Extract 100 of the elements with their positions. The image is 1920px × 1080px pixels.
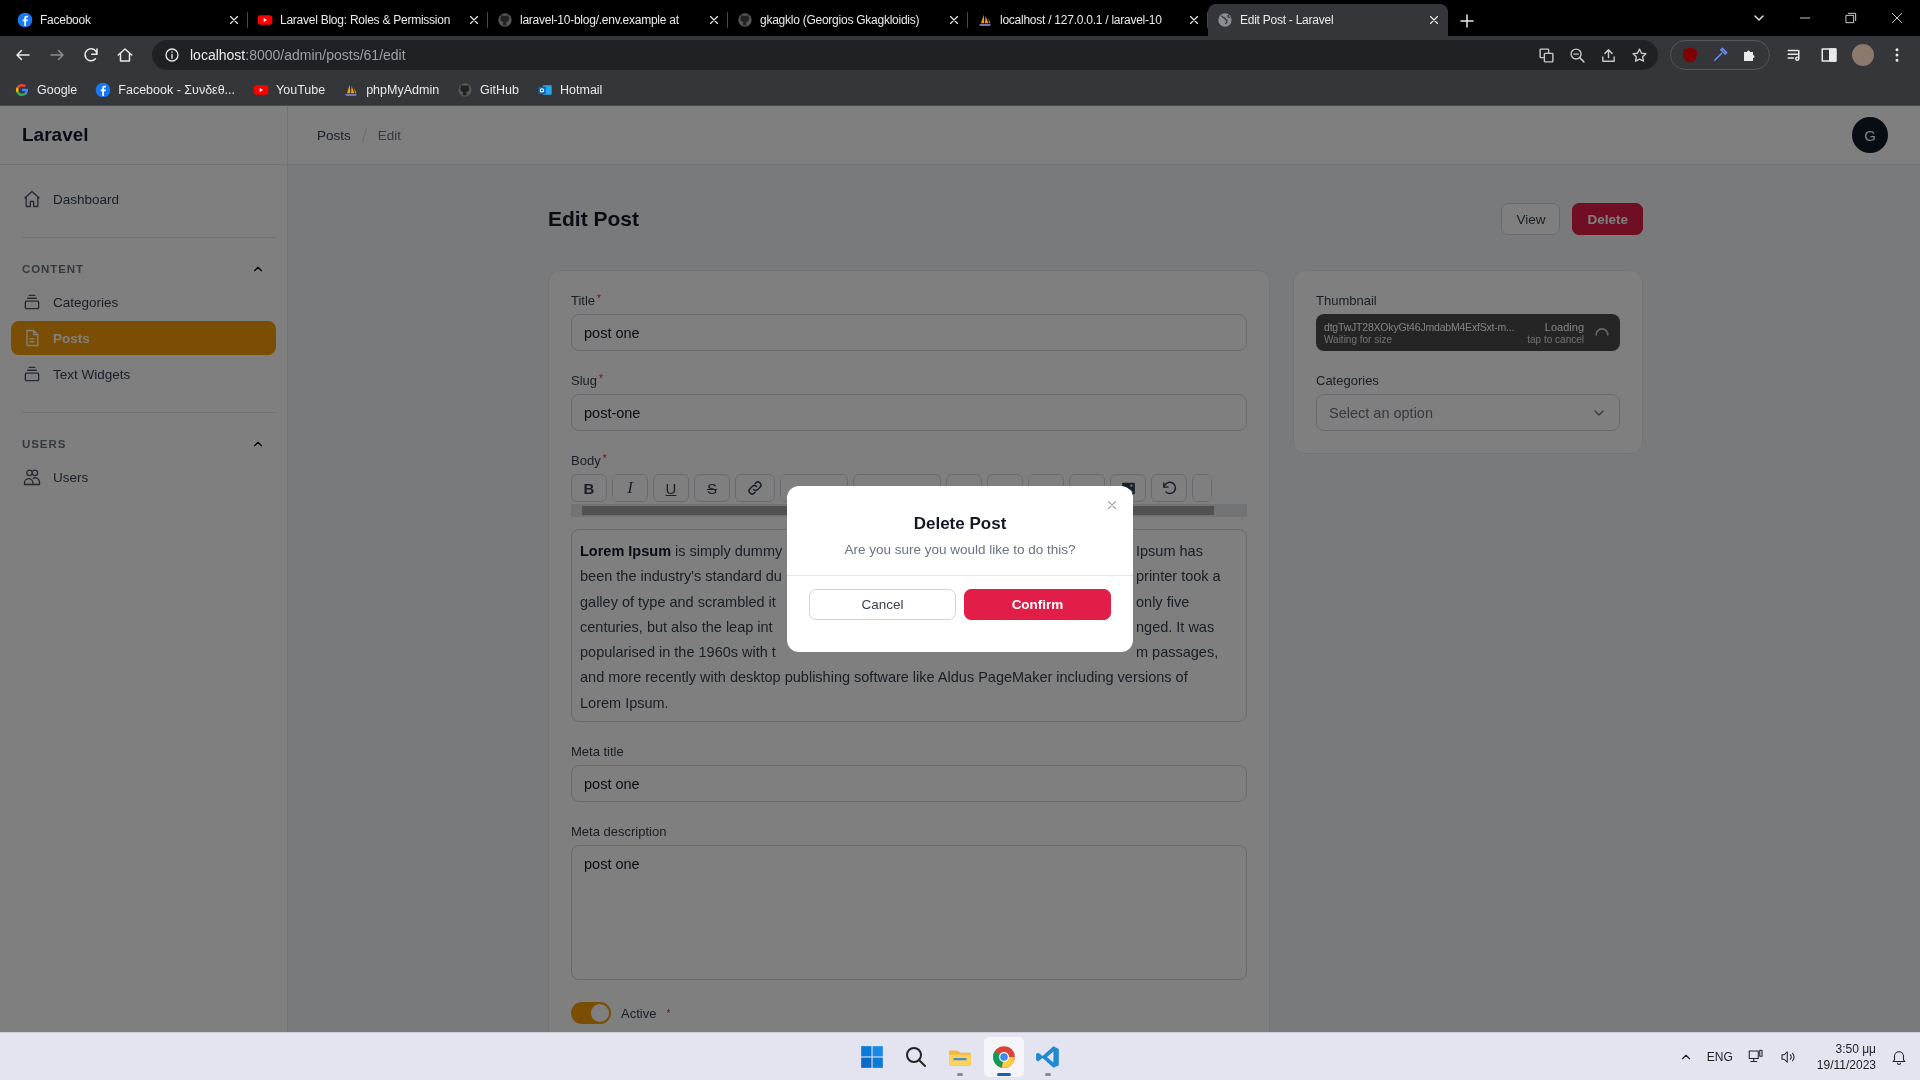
bookmark[interactable]: Facebook - Συνδεθ...: [95, 81, 236, 98]
clock-date[interactable]: 19/11/2023: [1816, 1057, 1876, 1072]
language-indicator[interactable]: ENG: [1706, 1049, 1733, 1064]
field-label: Title: [571, 293, 596, 308]
text-area[interactable]: post one: [571, 845, 1247, 981]
profile-avatar[interactable]: [1852, 44, 1874, 66]
field-label: Body: [571, 453, 601, 468]
browser-tab[interactable]: localhost / 127.0.0.1 / laravel-10: [968, 4, 1208, 36]
editor-text: and more recently with desktop publishing software like Aldus PageMaker including versions of: [580, 668, 1189, 688]
side-panel-icon[interactable]: [1820, 46, 1838, 64]
translate-icon[interactable]: [1538, 46, 1555, 64]
reload-icon[interactable]: [82, 46, 100, 64]
undo-icon: [1160, 479, 1178, 497]
text-field[interactable]: post-one: [571, 394, 1247, 431]
close-icon[interactable]: [707, 13, 721, 27]
close-icon[interactable]: [1427, 13, 1441, 27]
zoom-out-icon[interactable]: [1569, 46, 1586, 64]
eyedropper-icon[interactable]: [1711, 46, 1729, 64]
text-field[interactable]: post one: [571, 314, 1247, 351]
url-text: localhost:8000/admin/posts/61/edit: [190, 47, 406, 63]
close-icon[interactable]: [1889, 10, 1905, 26]
browser-tab[interactable]: Edit Post - Laravel: [1208, 4, 1448, 36]
cancel-button[interactable]: Cancel: [809, 589, 956, 620]
bookmark[interactable]: GitHub: [457, 81, 519, 98]
upload-status: Loading: [1544, 320, 1584, 333]
bookmark[interactable]: YouTube: [253, 81, 326, 98]
home-icon: [22, 189, 42, 209]
required-mark: *: [602, 453, 607, 466]
bookmark[interactable]: phpMyAdmin: [343, 81, 440, 98]
facebook-icon: [17, 12, 33, 28]
brand-name: Laravel: [22, 124, 89, 146]
confirm-button[interactable]: Confirm: [964, 589, 1111, 620]
editor-text: m passages,: [1136, 643, 1220, 663]
page-title: Edit Post: [548, 207, 639, 231]
select-field[interactable]: Select an option: [1316, 394, 1620, 431]
share-icon[interactable]: [1600, 46, 1617, 64]
github-icon: [457, 81, 474, 98]
editor-text: Ipsum has: [1136, 542, 1204, 561]
required-mark: *: [597, 293, 601, 306]
close-icon[interactable]: [1187, 13, 1201, 27]
text-field[interactable]: post one: [571, 765, 1247, 803]
file-name: dtgTwJT28XOkyGt46JmdabM4ExfSxt-m...: [1324, 320, 1515, 333]
nav-group-label: CONTENT: [22, 263, 85, 275]
nav-group-label: USERS: [22, 438, 67, 450]
delete-button[interactable]: Delete: [1572, 203, 1643, 235]
toggle-switch[interactable]: [571, 1002, 611, 1025]
users-icon: [22, 467, 42, 487]
restore-icon[interactable]: [1843, 10, 1859, 26]
code-editor-icon: [1035, 1043, 1061, 1070]
field-label: Meta description: [571, 824, 667, 840]
bookmark[interactable]: Hotmail: [537, 81, 603, 98]
view-button[interactable]: View: [1501, 203, 1561, 235]
modal-title: Delete Post: [913, 514, 1007, 534]
address-bar[interactable]: localhost:8000/admin/posts/61/edit: [152, 40, 1658, 70]
windows-icon: [859, 1043, 885, 1070]
toolbar-button[interactable]: U: [653, 474, 689, 502]
user-avatar[interactable]: G: [1852, 117, 1888, 153]
browser-tab[interactable]: gkagklo (Georgios Gkagkloidis): [728, 4, 968, 36]
browser-tab[interactable]: Laravel Blog: Roles & Permission: [248, 4, 488, 36]
toolbar-button[interactable]: I: [612, 474, 648, 502]
close-icon[interactable]: [467, 13, 481, 27]
new-tab-icon[interactable]: [1458, 12, 1476, 30]
toggle-label: Active: [621, 1005, 657, 1021]
editor-text: been the industry's standard du: [580, 567, 783, 587]
required-mark: *: [666, 1007, 671, 1019]
info-icon: [164, 47, 180, 63]
home-icon[interactable]: [116, 46, 134, 64]
field-label: Meta title: [571, 744, 624, 760]
clock-time[interactable]: 3:50 μμ: [1835, 1041, 1876, 1056]
google-icon: [14, 81, 30, 98]
editor-text: popularised in the 1960s with t: [580, 643, 777, 663]
modal-message: Are you sure you would like to do this?: [844, 542, 1076, 557]
required-mark: *: [599, 373, 603, 386]
youtube-icon: [257, 12, 273, 28]
browser-tab[interactable]: Facebook: [8, 4, 248, 36]
field-label: Categories: [1316, 373, 1379, 388]
sidebar-item[interactable]: Dashboard: [11, 182, 276, 216]
toolbar-button[interactable]: S: [694, 474, 730, 502]
sailboat-icon: [977, 12, 993, 28]
file-status: Waiting for size: [1324, 333, 1392, 345]
breadcrumb-link[interactable]: Edit: [377, 127, 402, 143]
editor-text: nged. It was: [1136, 617, 1216, 637]
field-label: Slug: [571, 373, 598, 388]
link-icon: [746, 479, 764, 497]
breadcrumb-link[interactable]: Posts: [317, 127, 351, 143]
editor-text: galley of type and scrambled it: [580, 592, 777, 612]
browser-tab[interactable]: laravel-10-blog/.env.example at: [488, 4, 728, 36]
close-icon[interactable]: [947, 13, 961, 27]
toolbar-button[interactable]: B: [571, 474, 607, 502]
field-label: Thumbnail: [1316, 293, 1377, 308]
archive-icon: [22, 292, 42, 312]
sidebar-item[interactable]: Users: [11, 460, 276, 494]
star-icon[interactable]: [1631, 46, 1648, 64]
close-icon[interactable]: [227, 13, 241, 27]
search-icon: [904, 1044, 928, 1069]
bookmark[interactable]: Google: [14, 81, 78, 98]
sidebar-item[interactable]: Text Widgets: [11, 357, 276, 391]
sidebar-item[interactable]: Categories: [11, 285, 276, 319]
taskbar-app[interactable]: [984, 1036, 1024, 1077]
file-upload-item[interactable]: dtgTwJT28XOkyGt46JmdabM4ExfSxt-m... Waiting for size Loading tap to cancel: [1316, 314, 1620, 351]
